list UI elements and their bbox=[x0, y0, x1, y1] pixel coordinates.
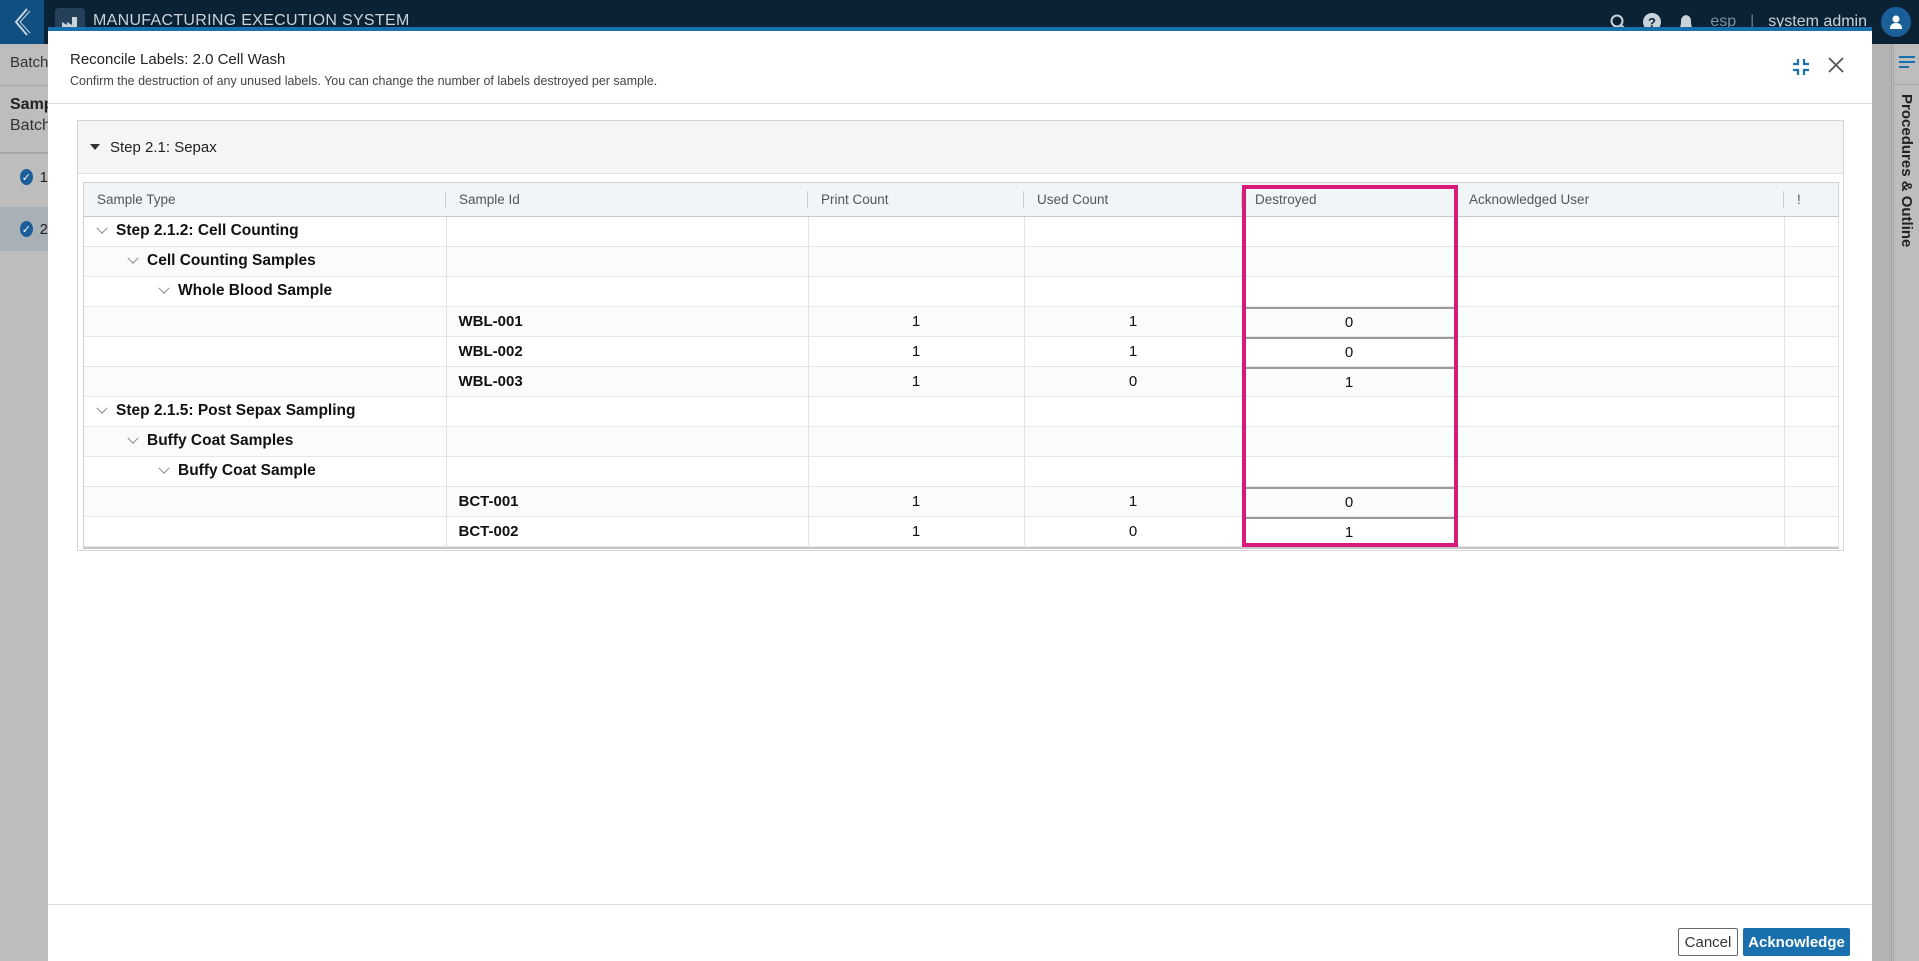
acknowledged-user bbox=[1456, 306, 1785, 337]
used-count: 1 bbox=[1024, 486, 1243, 517]
destroyed-input[interactable] bbox=[1242, 487, 1456, 515]
sample-id: BCT-002 bbox=[446, 516, 809, 547]
sample-id: WBL-003 bbox=[446, 366, 809, 397]
column-header-sample-type[interactable]: Sample Type bbox=[84, 183, 446, 217]
column-header-used-count[interactable]: Used Count bbox=[1024, 183, 1242, 217]
collapse-icon[interactable] bbox=[1792, 58, 1810, 76]
check-circle-icon: ✓ bbox=[20, 169, 33, 185]
background-sidebar: Batch Samp Batch ✓ 1 ✓ 2 bbox=[0, 44, 54, 961]
chevron-down-icon[interactable] bbox=[158, 462, 170, 474]
procedure-item[interactable]: ✓ 1 bbox=[0, 155, 48, 199]
group-label: Buffy Coat Sample bbox=[178, 462, 316, 479]
print-count: 1 bbox=[808, 486, 1025, 517]
step-header[interactable]: Step 2.1: Sepax bbox=[78, 121, 1843, 174]
sample-subheading: Batch bbox=[10, 117, 51, 134]
group-label: Step 2.1.2: Cell Counting bbox=[116, 222, 299, 239]
step-panel: Step 2.1: Sepax Sample Type Sample Id Pr… bbox=[77, 120, 1844, 551]
modal-title: Reconcile Labels: 2.0 Cell Wash bbox=[70, 51, 286, 68]
destroyed-input[interactable] bbox=[1242, 337, 1456, 365]
procedure-item-label: 2 bbox=[39, 220, 48, 238]
table-row-group: Buffy Coat Sample bbox=[84, 456, 1839, 487]
destroyed-input[interactable] bbox=[1242, 307, 1456, 335]
group-label: Cell Counting Samples bbox=[147, 252, 316, 269]
labels-table: Sample Type Sample Id Print Count Used C… bbox=[83, 182, 1839, 549]
sample-id: WBL-001 bbox=[446, 306, 809, 337]
background-panel-edge bbox=[1872, 44, 1892, 961]
outline-menu-icon[interactable] bbox=[1899, 56, 1915, 71]
chevron-down-icon[interactable] bbox=[127, 432, 139, 444]
used-count: 0 bbox=[1024, 516, 1243, 547]
close-icon[interactable] bbox=[1824, 53, 1848, 77]
group-label: Whole Blood Sample bbox=[178, 282, 333, 299]
print-count: 1 bbox=[808, 516, 1025, 547]
acknowledged-user bbox=[1456, 516, 1785, 547]
group-label: Step 2.1.5: Post Sepax Sampling bbox=[116, 402, 356, 419]
divider bbox=[0, 152, 48, 154]
chevron-down-icon[interactable] bbox=[127, 252, 139, 264]
table-row-group: Buffy Coat Samples bbox=[84, 426, 1839, 457]
column-header-destroyed[interactable]: Destroyed bbox=[1242, 183, 1456, 217]
reconcile-labels-modal: Reconcile Labels: 2.0 Cell Wash Confirm … bbox=[48, 27, 1872, 961]
procedures-outline-rail[interactable]: Procedures & Outline bbox=[1893, 44, 1919, 961]
chevron-down-icon[interactable] bbox=[158, 282, 170, 294]
group-label: Buffy Coat Samples bbox=[147, 432, 294, 449]
acknowledged-user bbox=[1456, 366, 1785, 397]
used-count: 1 bbox=[1024, 306, 1243, 337]
caret-down-icon bbox=[90, 144, 100, 150]
used-count: 0 bbox=[1024, 366, 1243, 397]
procedure-item-label: 1 bbox=[39, 168, 48, 186]
destroyed-input[interactable] bbox=[1242, 367, 1456, 395]
step-label: Step 2.1: Sepax bbox=[110, 138, 217, 156]
procedure-item-active[interactable]: ✓ 2 bbox=[0, 207, 48, 251]
back-chevron-icon bbox=[14, 8, 31, 36]
acknowledged-user bbox=[1456, 336, 1785, 367]
table-row: BCT-002 1 0 bbox=[84, 516, 1839, 547]
column-header-acknowledged-user[interactable]: Acknowledged User bbox=[1456, 183, 1784, 217]
table-row: BCT-001 1 1 bbox=[84, 486, 1839, 517]
breadcrumb[interactable]: Batch bbox=[10, 54, 48, 71]
acknowledged-user bbox=[1456, 486, 1785, 517]
back-button[interactable] bbox=[0, 0, 44, 44]
print-count: 1 bbox=[808, 366, 1025, 397]
used-count: 1 bbox=[1024, 336, 1243, 367]
divider bbox=[0, 85, 48, 86]
table-row-group: Cell Counting Samples bbox=[84, 246, 1839, 277]
column-header-flag[interactable]: ! bbox=[1784, 183, 1838, 217]
modal-subtitle: Confirm the destruction of any unused la… bbox=[70, 74, 658, 88]
column-header-sample-id[interactable]: Sample Id bbox=[446, 183, 808, 217]
divider bbox=[48, 904, 1872, 905]
user-avatar-icon[interactable] bbox=[1881, 7, 1911, 37]
chevron-down-icon[interactable] bbox=[96, 222, 108, 234]
procedures-outline-label[interactable]: Procedures & Outline bbox=[1898, 94, 1915, 247]
table-row-group: Step 2.1.2: Cell Counting bbox=[84, 216, 1839, 247]
cancel-button[interactable]: Cancel bbox=[1678, 928, 1738, 956]
column-header-print-count[interactable]: Print Count bbox=[808, 183, 1024, 217]
table-row: WBL-003 1 0 bbox=[84, 366, 1839, 397]
sample-id: WBL-002 bbox=[446, 336, 809, 367]
table-row-group: Whole Blood Sample bbox=[84, 276, 1839, 307]
acknowledge-button[interactable]: Acknowledge bbox=[1743, 928, 1850, 956]
chevron-down-icon[interactable] bbox=[96, 402, 108, 414]
table-row: WBL-001 1 1 bbox=[84, 306, 1839, 337]
divider bbox=[48, 103, 1872, 104]
sample-id: BCT-001 bbox=[446, 486, 809, 517]
table-row-group: Step 2.1.5: Post Sepax Sampling bbox=[84, 396, 1839, 427]
print-count: 1 bbox=[808, 336, 1025, 367]
print-count: 1 bbox=[808, 306, 1025, 337]
check-circle-icon: ✓ bbox=[20, 221, 33, 237]
table-header-row: Sample Type Sample Id Print Count Used C… bbox=[84, 183, 1838, 217]
divider bbox=[1894, 84, 1919, 85]
destroyed-input[interactable] bbox=[1242, 517, 1456, 545]
table-row: WBL-002 1 1 bbox=[84, 336, 1839, 367]
